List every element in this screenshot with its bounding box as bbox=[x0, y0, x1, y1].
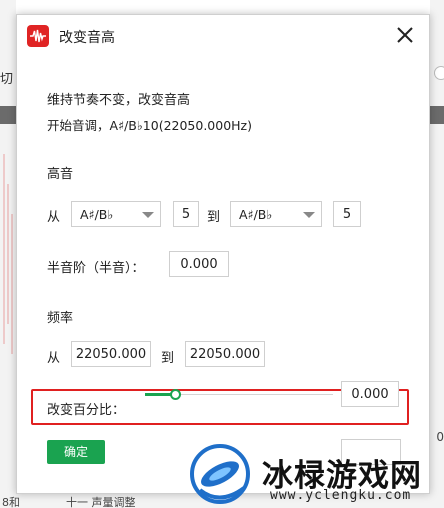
dialog-title: 改变音高 bbox=[59, 30, 115, 46]
frequency-from-label: 从 bbox=[47, 351, 61, 366]
semitone-label: 半音阶（半音）： bbox=[47, 261, 145, 276]
background-radio[interactable] bbox=[434, 66, 444, 80]
to-octave-field[interactable]: 5 bbox=[333, 201, 361, 227]
chevron-down-icon bbox=[303, 212, 315, 218]
background-bottom-label-2: 十一 声量调整 bbox=[66, 496, 136, 508]
from-note-value: A♯/B♭ bbox=[80, 207, 114, 222]
frequency-from-field[interactable]: 22050.000 bbox=[71, 341, 151, 367]
chevron-down-icon bbox=[142, 212, 154, 218]
percent-change-label: 改变百分比： bbox=[47, 403, 126, 418]
from-note-select[interactable]: A♯/B♭ bbox=[71, 201, 161, 227]
pitch-from-label: 从 bbox=[47, 210, 61, 225]
pitch-to-label: 到 bbox=[207, 210, 221, 225]
frequency-to-label: 到 bbox=[161, 351, 175, 366]
background-right-label: 0 bbox=[436, 430, 444, 444]
info-description: 维持节奏不变，改变音高 bbox=[47, 93, 191, 108]
background-bottom-label-1: 8和 bbox=[2, 496, 20, 508]
background-dark-bar-left bbox=[0, 106, 16, 124]
semitone-field[interactable]: 0.000 bbox=[169, 251, 229, 277]
background-dark-bar-right bbox=[430, 106, 444, 124]
close-icon[interactable] bbox=[393, 23, 417, 47]
to-note-select[interactable]: A♯/B♭ bbox=[230, 201, 322, 227]
watermark-logo-icon bbox=[190, 444, 250, 504]
frequency-to-field[interactable]: 22050.000 bbox=[185, 341, 265, 367]
app-logo-icon bbox=[27, 25, 49, 47]
pitch-section-label: 高音 bbox=[47, 167, 74, 182]
background-waveform bbox=[3, 154, 13, 354]
background-left-label: 切 bbox=[0, 72, 14, 87]
watermark-url: www.yclengku.com bbox=[270, 488, 412, 503]
info-start-pitch: 开始音调，A♯/B♭10(22050.000Hz) bbox=[47, 118, 252, 133]
to-note-value: A♯/B♭ bbox=[239, 207, 273, 222]
from-octave-field[interactable]: 5 bbox=[173, 201, 199, 227]
ok-button[interactable]: 确定 bbox=[47, 440, 105, 464]
percent-slider-thumb[interactable] bbox=[170, 389, 182, 400]
dialog-titlebar: 改变音高 bbox=[17, 15, 429, 55]
change-pitch-dialog: 改变音高 维持节奏不变，改变音高 开始音调，A♯/B♭10(22050.000H… bbox=[16, 14, 430, 494]
percent-change-field[interactable]: 0.000 bbox=[341, 381, 399, 407]
frequency-section-label: 频率 bbox=[47, 311, 74, 326]
